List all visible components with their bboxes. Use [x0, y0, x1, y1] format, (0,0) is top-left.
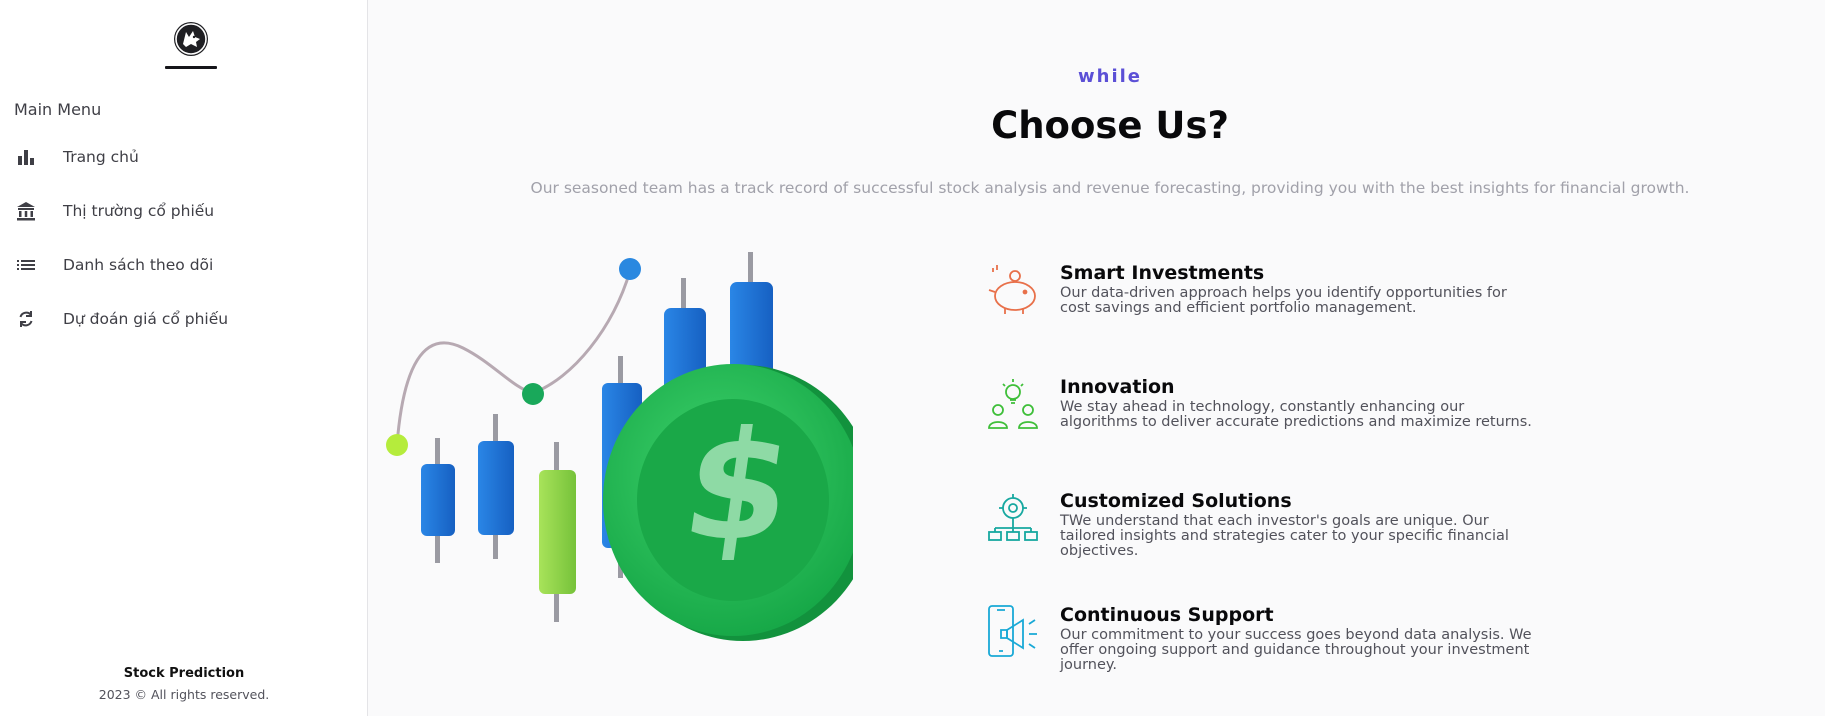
feature-smart-investments: Smart Investments Our data-driven approa…: [985, 262, 1545, 332]
feature-description: We stay ahead in technology, constantly …: [1060, 399, 1532, 430]
list-icon: [14, 253, 38, 277]
sidebar-item-label: Thị trường cổ phiếu: [63, 202, 215, 220]
wolf-logo-icon: [174, 22, 208, 56]
sidebar-item-label: Danh sách theo dõi: [63, 256, 214, 274]
sidebar-item-stock-market[interactable]: Thị trường cổ phiếu: [0, 189, 368, 233]
footer-copyright: 2023 © All rights reserved.: [98, 687, 270, 702]
main-content: while Choose Us? Our seasoned team has a…: [368, 0, 1825, 716]
feature-title: Innovation: [1060, 376, 1175, 398]
sidebar-item-label: Dự đoán giá cổ phiếu: [63, 310, 229, 328]
logo-underline: [165, 66, 217, 69]
sidebar-item-label: Trang chủ: [63, 148, 139, 166]
stock-coin-illustration: $: [383, 238, 875, 658]
sidebar: Main Menu Trang chủ Thị trường cổ phiếu …: [0, 0, 368, 716]
mobile-megaphone-icon: [985, 604, 1041, 660]
sidebar-item-price-prediction[interactable]: Dự đoán giá cổ phiếu: [0, 297, 368, 341]
feature-innovation: Innovation We stay ahead in technology, …: [985, 376, 1545, 446]
app-logo[interactable]: [165, 22, 217, 70]
sidebar-item-home[interactable]: Trang chủ: [0, 135, 368, 179]
page-title: Choose Us?: [991, 104, 1229, 147]
gear-network-icon: [985, 490, 1041, 546]
feature-continuous-support: Continuous Support Our commitment to you…: [985, 604, 1545, 674]
bank-icon: [14, 199, 38, 223]
piggy-bank-icon: [985, 262, 1041, 318]
sidebar-item-watchlist[interactable]: Danh sách theo dõi: [0, 243, 368, 287]
feature-title: Customized Solutions: [1060, 490, 1292, 512]
section-eyebrow: while: [1078, 66, 1142, 87]
refresh-icon: [14, 307, 38, 331]
bar-chart-icon: [14, 145, 38, 169]
footer-title: Stock Prediction: [123, 666, 245, 681]
feature-description: Our commitment to your success goes beyo…: [1060, 627, 1532, 673]
feature-title: Continuous Support: [1060, 604, 1274, 626]
feature-description: TWe understand that each investor's goal…: [1060, 513, 1509, 559]
feature-customized-solutions: Customized Solutions TWe understand that…: [985, 490, 1545, 560]
section-subtitle: Our seasoned team has a track record of …: [530, 179, 1690, 197]
menu-heading: Main Menu: [14, 100, 102, 119]
team-idea-icon: [985, 376, 1041, 432]
feature-title: Smart Investments: [1060, 262, 1265, 284]
feature-description: Our data-driven approach helps you ident…: [1060, 285, 1507, 316]
